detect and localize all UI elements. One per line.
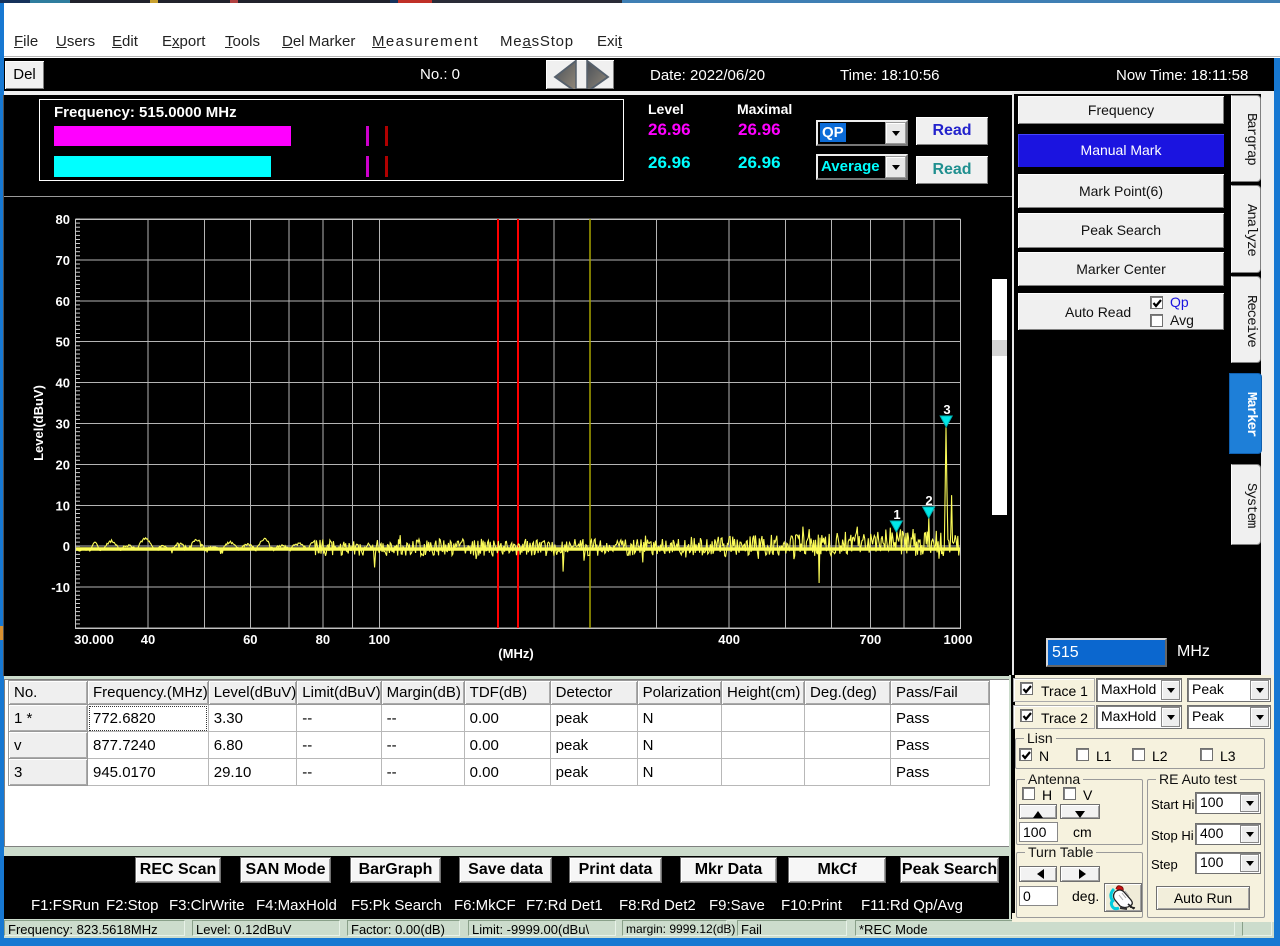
svg-text:60: 60	[56, 294, 70, 309]
svg-text:700: 700	[860, 632, 882, 647]
svg-text:1: 1	[893, 507, 900, 522]
svg-text:30.000: 30.000	[74, 632, 114, 647]
svg-text:0: 0	[63, 539, 70, 554]
svg-text:70: 70	[56, 253, 70, 268]
svg-text:3: 3	[943, 402, 950, 417]
svg-text:100: 100	[368, 632, 390, 647]
svg-text:80: 80	[316, 632, 330, 647]
svg-text:(MHz): (MHz)	[498, 646, 533, 661]
svg-text:-10: -10	[51, 580, 70, 595]
svg-text:50: 50	[56, 335, 70, 350]
svg-text:80: 80	[56, 212, 70, 227]
svg-text:2: 2	[925, 493, 932, 508]
svg-text:20: 20	[56, 457, 70, 472]
svg-text:10: 10	[56, 498, 70, 513]
svg-text:60: 60	[243, 632, 257, 647]
svg-text:30: 30	[56, 417, 70, 432]
svg-text:400: 400	[718, 632, 740, 647]
svg-text:40: 40	[56, 376, 70, 391]
svg-text:Level(dBuV): Level(dBuV)	[31, 385, 46, 461]
svg-text:1000: 1000	[944, 632, 973, 647]
svg-text:40: 40	[141, 632, 155, 647]
